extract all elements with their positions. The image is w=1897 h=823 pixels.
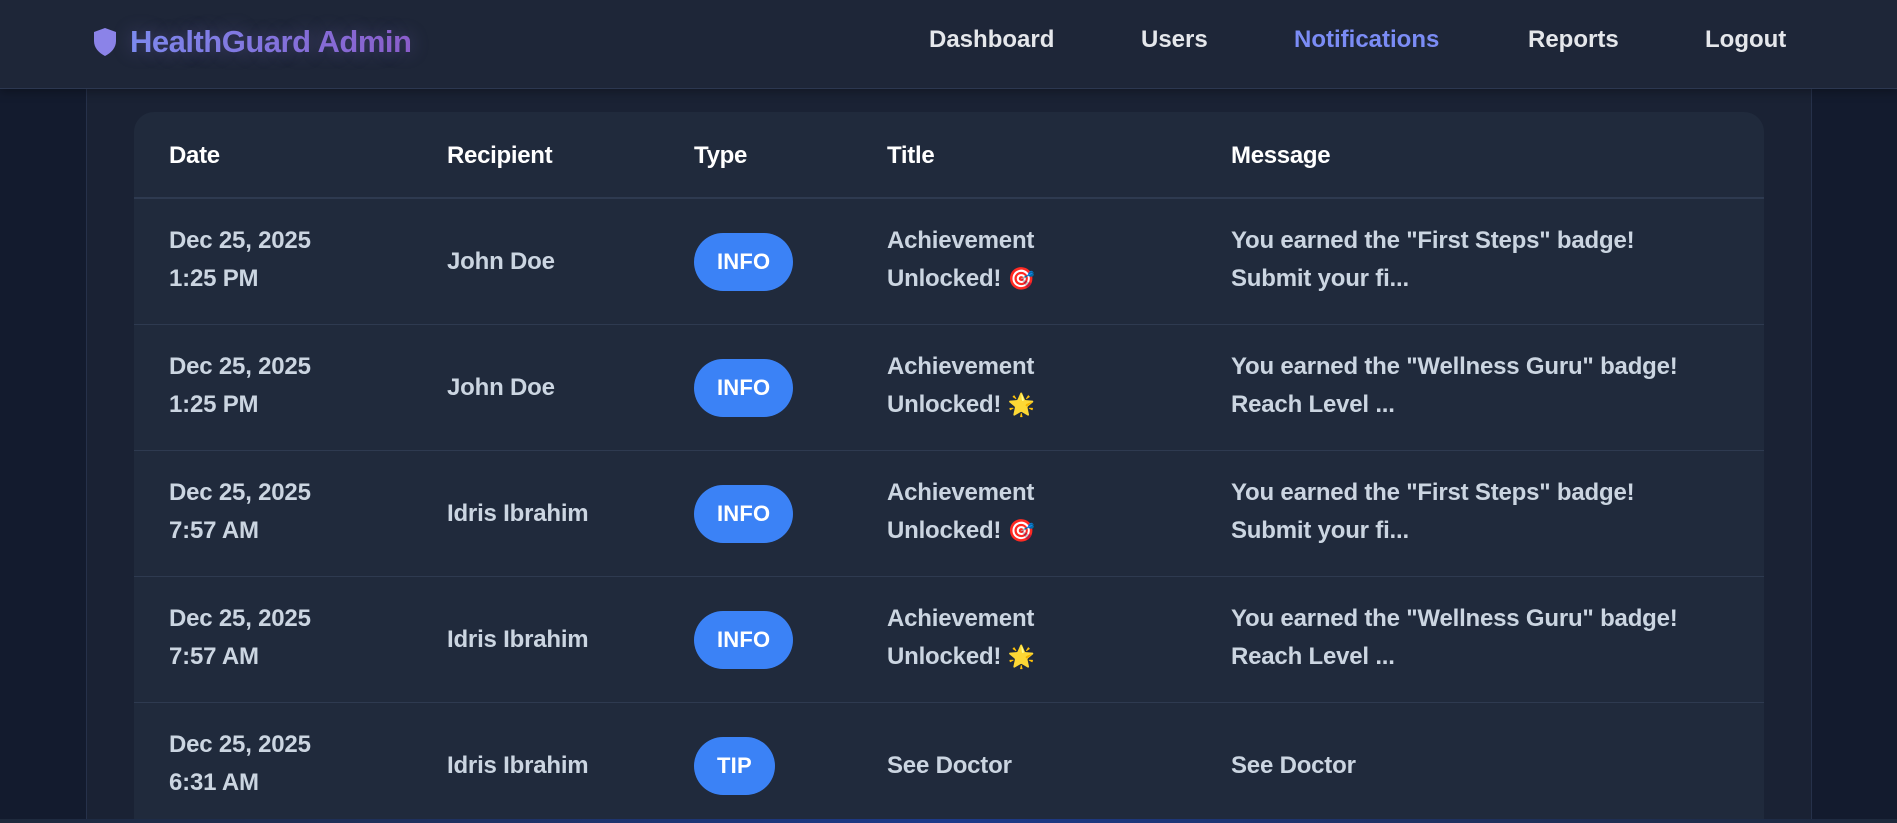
brand-name: HealthGuard Admin (130, 24, 412, 59)
title-cell: Achievement Unlocked! 🎯 (887, 222, 1035, 299)
nav-notifications-link[interactable]: Notifications (1294, 26, 1439, 54)
message-line: Submit your fi... (1231, 517, 1409, 544)
bottom-accent-bar (0, 819, 1897, 823)
type-badge: INFO (694, 611, 794, 669)
message-line: You earned the "Wellness Guru" badge! (1231, 605, 1678, 632)
nav-dashboard-link[interactable]: Dashboard (929, 26, 1054, 54)
page-background-right (1812, 0, 1897, 823)
time-text: 7:57 AM (169, 643, 259, 670)
title-cell: Achievement Unlocked! 🎯 (887, 474, 1035, 551)
date-text: Dec 25, 2025 (169, 227, 311, 254)
type-badge: INFO (694, 359, 794, 417)
message-line: You earned the "First Steps" badge! (1231, 227, 1635, 254)
title-cell: Achievement Unlocked! 🌟 (887, 348, 1035, 425)
time-text: 6:31 AM (169, 769, 259, 796)
title-line: Achievement (887, 479, 1035, 506)
table-header: Date Recipient Type Title Message (134, 112, 1764, 199)
message-line: You earned the "First Steps" badge! (1231, 479, 1635, 506)
table-row[interactable]: Dec 25, 2025 1:25 PM John Doe INFO Achie… (134, 325, 1764, 451)
recipient-cell: Idris Ibrahim (447, 752, 589, 779)
nav-users-link[interactable]: Users (1141, 26, 1208, 54)
brand-logo[interactable]: HealthGuard Admin (92, 22, 412, 62)
nav-reports-link[interactable]: Reports (1528, 26, 1619, 54)
recipient-cell: John Doe (447, 374, 555, 401)
message-line: Submit your fi... (1231, 265, 1409, 292)
time-text: 1:25 PM (169, 265, 259, 292)
message-cell: You earned the "First Steps" badge! Subm… (1231, 222, 1635, 298)
table-row[interactable]: Dec 25, 2025 7:57 AM Idris Ibrahim INFO … (134, 577, 1764, 703)
direct-hit-icon: 🎯 (1007, 267, 1035, 292)
time-text: 7:57 AM (169, 517, 259, 544)
header-title[interactable]: Title (887, 142, 935, 170)
date-cell: Dec 25, 2025 1:25 PM (169, 348, 311, 424)
direct-hit-icon: 🎯 (1007, 519, 1035, 544)
date-text: Dec 25, 2025 (169, 605, 311, 632)
title-line: Unlocked! (887, 517, 1002, 544)
title-line: Unlocked! (887, 391, 1002, 418)
date-text: Dec 25, 2025 (169, 353, 311, 380)
recipient-cell: John Doe (447, 248, 555, 275)
glowing-star-icon: 🌟 (1007, 645, 1035, 670)
shield-icon (94, 28, 116, 56)
message-cell: You earned the "First Steps" badge! Subm… (1231, 474, 1635, 550)
title-cell: Achievement Unlocked! 🌟 (887, 600, 1035, 677)
table-row[interactable]: Dec 25, 2025 1:25 PM John Doe INFO Achie… (134, 199, 1764, 325)
top-navbar: HealthGuard Admin Dashboard Users Notifi… (0, 0, 1897, 89)
type-badge: TIP (694, 737, 775, 795)
date-cell: Dec 25, 2025 7:57 AM (169, 474, 311, 550)
title-line: Unlocked! (887, 643, 1002, 670)
title-line: Unlocked! (887, 265, 1002, 292)
time-text: 1:25 PM (169, 391, 259, 418)
table-row[interactable]: Dec 25, 2025 7:57 AM Idris Ibrahim INFO … (134, 451, 1764, 577)
title-line: Achievement (887, 605, 1035, 632)
message-cell: See Doctor (1231, 752, 1356, 779)
header-recipient[interactable]: Recipient (447, 142, 553, 170)
date-cell: Dec 25, 2025 6:31 AM (169, 726, 311, 802)
date-cell: Dec 25, 2025 7:57 AM (169, 600, 311, 676)
header-message[interactable]: Message (1231, 142, 1331, 170)
table-row[interactable]: Dec 25, 2025 6:31 AM Idris Ibrahim TIP S… (134, 703, 1764, 823)
date-text: Dec 25, 2025 (169, 731, 311, 758)
message-cell: You earned the "Wellness Guru" badge! Re… (1231, 348, 1678, 424)
recipient-cell: Idris Ibrahim (447, 500, 589, 527)
nav-logout-link[interactable]: Logout (1705, 26, 1786, 54)
type-badge: INFO (694, 485, 794, 543)
message-line: Reach Level ... (1231, 643, 1395, 670)
message-line: You earned the "Wellness Guru" badge! (1231, 353, 1678, 380)
type-badge: INFO (694, 233, 794, 291)
header-type[interactable]: Type (694, 142, 747, 170)
date-cell: Dec 25, 2025 1:25 PM (169, 222, 311, 298)
title-cell: See Doctor (887, 752, 1012, 779)
title-line: Achievement (887, 227, 1035, 254)
notifications-table: Date Recipient Type Title Message Dec 25… (134, 112, 1764, 823)
message-cell: You earned the "Wellness Guru" badge! Re… (1231, 600, 1678, 676)
date-text: Dec 25, 2025 (169, 479, 311, 506)
recipient-cell: Idris Ibrahim (447, 626, 589, 653)
header-date[interactable]: Date (169, 142, 220, 170)
page-background-left (0, 0, 86, 823)
message-line: Reach Level ... (1231, 391, 1395, 418)
glowing-star-icon: 🌟 (1007, 393, 1035, 418)
title-line: Achievement (887, 353, 1035, 380)
